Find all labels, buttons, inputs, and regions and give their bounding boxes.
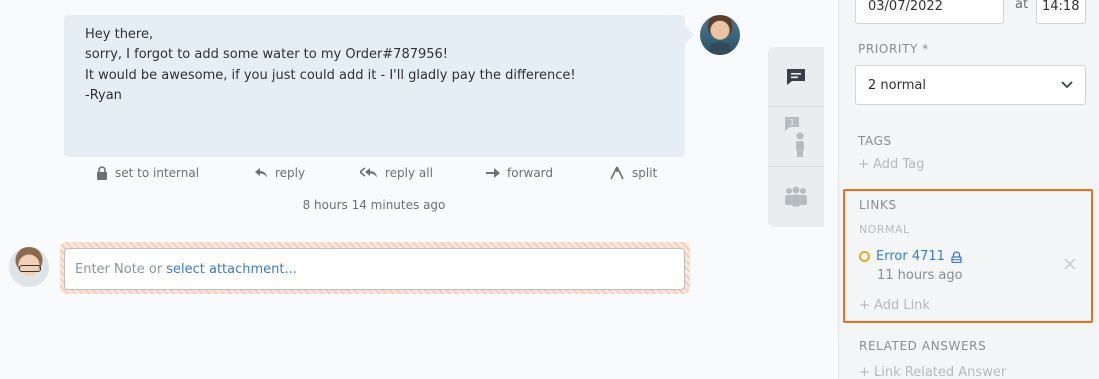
note-placeholder: Enter Note or	[75, 261, 163, 277]
article-timestamp: 8 hours 14 minutes ago	[302, 198, 446, 212]
add-tag-link[interactable]: + Add Tag	[858, 157, 924, 172]
status-circle-icon	[859, 251, 870, 262]
pending-date-input[interactable]: 03/07/2022	[855, 0, 1004, 24]
set-internal-label: set to internal	[115, 166, 200, 180]
reply-all-icon	[360, 167, 377, 178]
forward-arrow-icon	[486, 168, 500, 178]
at-label: at	[1015, 0, 1029, 12]
group-icon	[785, 186, 807, 207]
article-line: It would be awesome, if you just could a…	[85, 67, 576, 83]
lock-icon	[97, 166, 107, 180]
priority-label: PRIORITY *	[858, 42, 929, 56]
sidebar-tabs: 1	[768, 47, 824, 227]
forward-button[interactable]: forward	[486, 166, 553, 180]
select-attachment-link[interactable]: select attachment...	[166, 262, 297, 277]
agent-avatar	[9, 247, 49, 287]
split-button[interactable]: split	[609, 166, 657, 180]
article-bubble: Hey there, sorry, I forgot to add some w…	[64, 15, 685, 157]
close-icon[interactable]	[1063, 257, 1077, 271]
article-actions: set to internal reply reply all forward …	[80, 166, 680, 186]
pending-time-input[interactable]: 14:18	[1036, 0, 1086, 24]
forward-label: forward	[507, 166, 554, 180]
customer-icon: 1	[785, 116, 804, 157]
tab-ticket[interactable]	[768, 47, 824, 107]
reply-button[interactable]: reply	[254, 166, 305, 180]
article-line: Hey there,	[85, 27, 154, 42]
reply-label: reply	[275, 166, 306, 180]
tags-label: TAGS	[858, 134, 892, 148]
links-type-label: NORMAL	[859, 223, 910, 236]
priority-select[interactable]: 2 normal	[855, 65, 1086, 105]
link-title[interactable]: Error 4711	[876, 249, 945, 264]
link-age: 11 hours ago	[877, 268, 963, 283]
split-icon	[610, 166, 624, 180]
link-related-answer-link[interactable]: + Link Related Answer	[859, 365, 1006, 379]
reply-all-label: reply all	[385, 166, 433, 180]
tab-group[interactable]	[768, 167, 824, 227]
links-label: LINKS	[859, 198, 897, 212]
related-answers-label: RELATED ANSWERS	[859, 339, 987, 353]
split-label: split	[632, 166, 658, 180]
reply-all-button[interactable]: reply all	[360, 166, 433, 180]
article-line: -Ryan	[85, 88, 122, 104]
link-item[interactable]: Error 4711	[859, 249, 962, 264]
reply-icon	[255, 168, 267, 178]
add-link-link[interactable]: + Add Link	[859, 298, 930, 313]
set-internal-button[interactable]: set to internal	[96, 166, 199, 180]
chat-icon	[787, 68, 805, 85]
customer-avatar[interactable]	[700, 15, 740, 55]
chevron-down-icon	[1061, 81, 1073, 89]
bubble-tail	[685, 26, 694, 44]
article-line: sorry, I forgot to add some water to my …	[85, 47, 449, 63]
priority-value: 2 normal	[868, 77, 926, 93]
svg-text:1: 1	[789, 118, 794, 127]
note-input[interactable]: Enter Note or select attachment...	[64, 248, 685, 290]
lock-icon	[951, 250, 962, 263]
tab-customer[interactable]: 1	[768, 107, 824, 167]
